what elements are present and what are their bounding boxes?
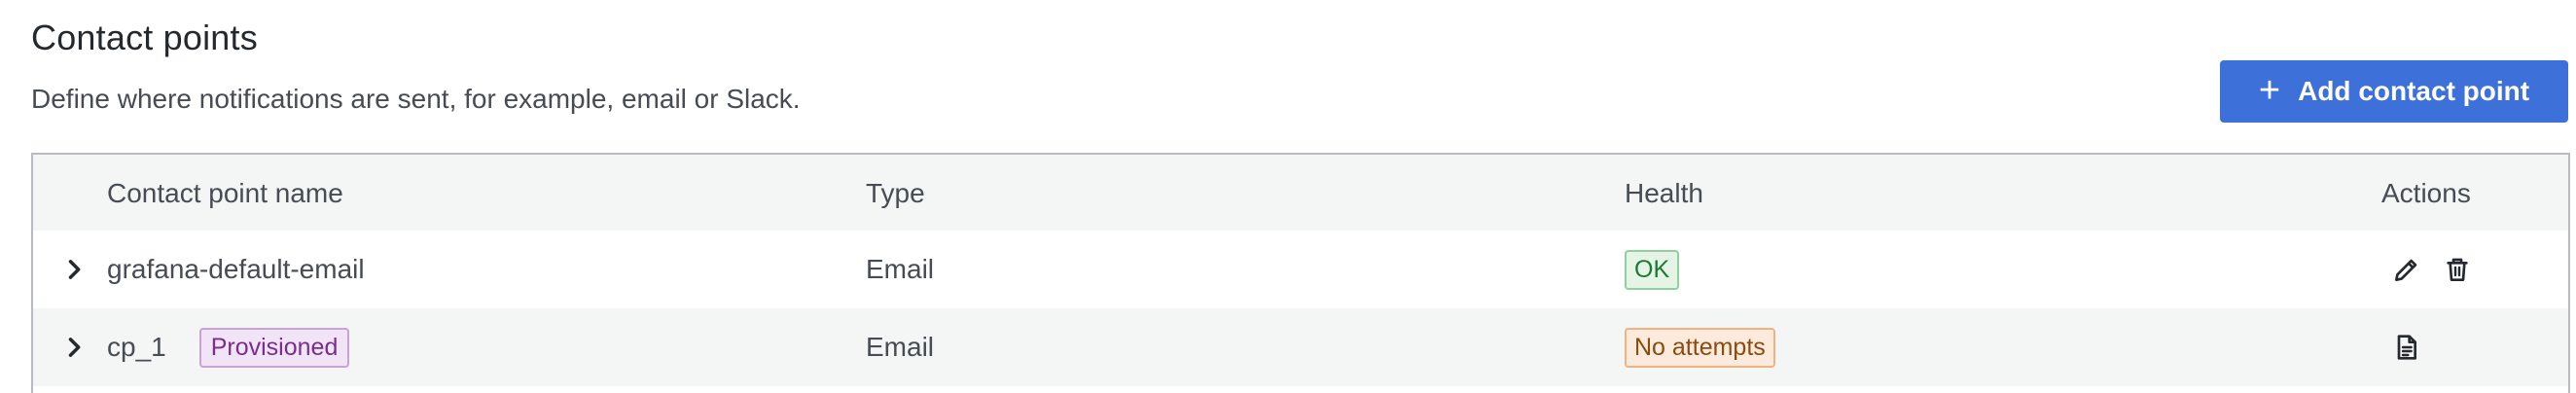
column-header-name: Contact point name xyxy=(107,178,343,208)
contact-point-type: Email xyxy=(866,332,935,362)
health-status-badge: OK xyxy=(1625,249,1680,290)
contact-points-table: Contact point name Type Health Actions g… xyxy=(31,153,2570,393)
contact-point-name-cell: cp_1 Provisioned xyxy=(107,308,350,386)
type-cell: Email xyxy=(866,231,934,308)
table-row: grafana-default-email Email OK xyxy=(33,231,2568,308)
contact-point-type: Email xyxy=(866,254,935,284)
chevron-right-icon[interactable] xyxy=(60,334,88,361)
add-contact-point-button[interactable]: + Add contact point xyxy=(2220,60,2568,123)
contact-point-name-cell: grafana-default-email xyxy=(107,231,365,308)
column-header-type: Type xyxy=(866,178,925,208)
health-cell: OK xyxy=(1625,231,1680,308)
add-contact-point-label: Add contact point xyxy=(2298,76,2530,106)
contact-point-name: cp_1 xyxy=(107,332,166,362)
column-header-health: Health xyxy=(1625,178,1703,208)
contact-point-name: grafana-default-email xyxy=(107,254,365,284)
provisioned-badge: Provisioned xyxy=(198,327,350,368)
table-row: cp_1 Provisioned Email No attempts xyxy=(33,308,2568,386)
health-cell: No attempts xyxy=(1625,308,1775,386)
edit-icon[interactable] xyxy=(2391,254,2422,285)
page-title: Contact points xyxy=(31,18,258,57)
contact-points-page: Contact points Define where notification… xyxy=(0,0,2576,393)
page-description: Define where notifications are sent, for… xyxy=(31,84,801,114)
type-cell: Email xyxy=(866,308,934,386)
trash-icon[interactable] xyxy=(2442,254,2473,285)
column-header-actions: Actions xyxy=(2381,178,2471,208)
chevron-right-icon[interactable] xyxy=(60,256,88,283)
health-status-badge: No attempts xyxy=(1625,327,1775,368)
plus-icon: + xyxy=(2258,69,2281,111)
document-icon[interactable] xyxy=(2391,332,2422,363)
table-header: Contact point name Type Health Actions xyxy=(33,155,2568,231)
